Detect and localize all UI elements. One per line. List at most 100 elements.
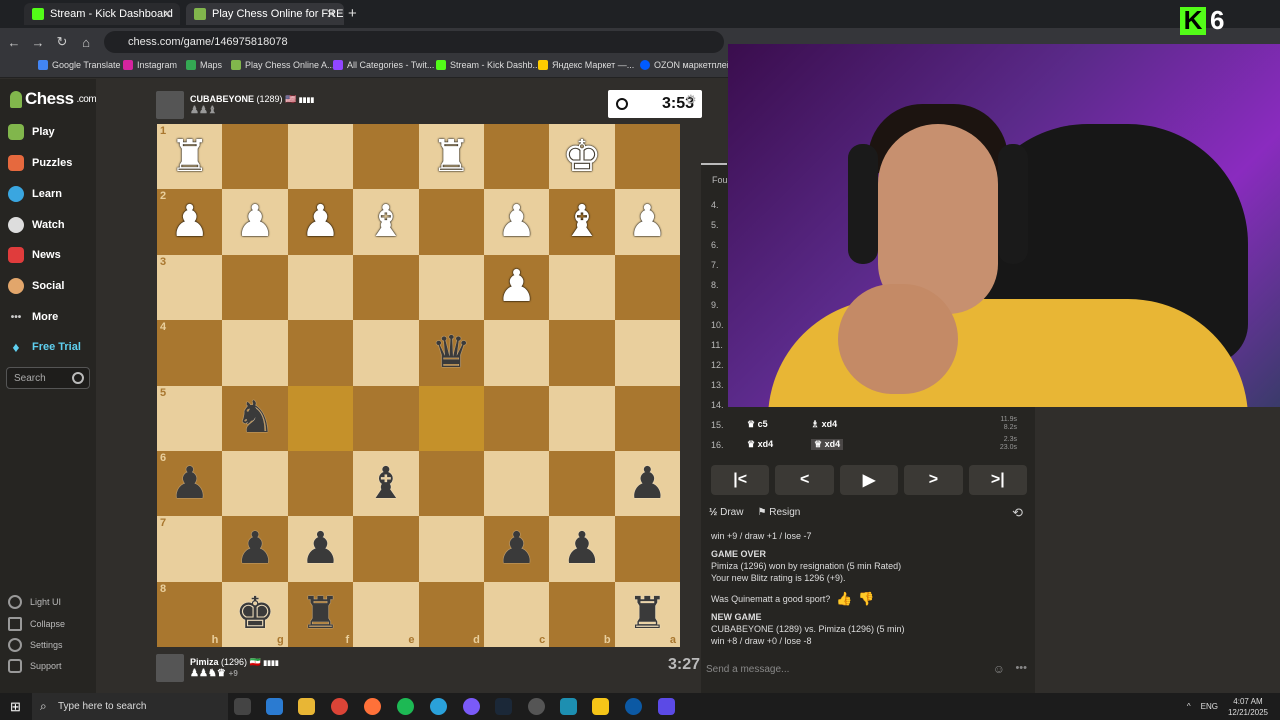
- sidebar-item-watch[interactable]: Watch: [8, 217, 65, 233]
- board-square[interactable]: [483, 320, 550, 386]
- board-square[interactable]: [287, 320, 354, 386]
- white-piece[interactable]: ♟: [497, 200, 536, 244]
- steam-icon[interactable]: [495, 698, 512, 715]
- sidebar-item-news[interactable]: News: [8, 247, 61, 263]
- tab-kick-dashboard[interactable]: Stream - Kick Dashboard ✕: [24, 3, 180, 25]
- language-indicator[interactable]: ENG: [1201, 702, 1218, 711]
- bookmark-ozon[interactable]: OZON маркетплейс: [640, 60, 736, 70]
- board-square[interactable]: [222, 450, 288, 517]
- board-square[interactable]: ♟: [287, 516, 354, 582]
- sidebar-light-ui[interactable]: Light UI: [8, 595, 61, 609]
- board-square[interactable]: ♟: [483, 516, 550, 582]
- board-square[interactable]: ♟: [483, 189, 550, 255]
- black-piece[interactable]: ♟: [170, 461, 209, 506]
- black-piece[interactable]: ♝: [366, 461, 405, 506]
- board-square[interactable]: ♟: [614, 450, 680, 517]
- white-piece[interactable]: ♟: [170, 200, 209, 244]
- new-tab-icon[interactable]: +: [348, 5, 357, 22]
- board-square[interactable]: [287, 385, 354, 451]
- tab-chess[interactable]: Play Chess Online for FREE ✕: [186, 3, 344, 25]
- board-square[interactable]: [614, 254, 680, 321]
- black-move[interactable]: ♕ xd4: [811, 439, 844, 450]
- board-square[interactable]: 8h: [157, 581, 223, 647]
- black-piece[interactable]: ♛: [431, 330, 470, 375]
- file-explorer-icon[interactable]: [266, 698, 283, 715]
- board-square[interactable]: ♟: [483, 254, 550, 321]
- opponent-name[interactable]: CUBABEYONE: [190, 94, 254, 104]
- board-square[interactable]: [353, 254, 419, 321]
- forward-arrow-icon[interactable]: →: [26, 35, 50, 50]
- board-square[interactable]: 4: [157, 320, 223, 386]
- board-square[interactable]: [418, 189, 484, 255]
- board-square[interactable]: f ♜: [287, 581, 354, 647]
- board-square[interactable]: e: [353, 581, 419, 647]
- board-square[interactable]: ♝: [549, 189, 615, 255]
- white-piece[interactable]: ♝: [366, 200, 405, 244]
- thumbs-down-icon[interactable]: 👎: [858, 592, 874, 605]
- bookmark-chess[interactable]: Play Chess Online A...: [231, 60, 335, 70]
- bookmark-yandex[interactable]: Яндекс Маркет —...: [538, 60, 634, 70]
- app-icon[interactable]: [592, 698, 609, 715]
- board-square[interactable]: [287, 254, 354, 321]
- board-square[interactable]: a ♜: [614, 581, 680, 647]
- chrome-icon[interactable]: [331, 698, 348, 715]
- last-move-button[interactable]: >|: [968, 465, 1028, 495]
- board-square[interactable]: [549, 450, 615, 517]
- first-move-button[interactable]: |<: [711, 465, 770, 495]
- sidebar-item-free-trial[interactable]: ♦ Free Trial: [8, 339, 81, 355]
- board-square[interactable]: ♝: [353, 189, 419, 255]
- chat-input[interactable]: Send a message... ☺ •••: [701, 657, 1035, 683]
- emoji-icon[interactable]: ☺: [993, 662, 1005, 676]
- board-square[interactable]: [353, 385, 419, 451]
- address-bar[interactable]: chess.com/game/146975818078: [104, 31, 724, 53]
- draw-button[interactable]: ½ Draw: [709, 507, 743, 518]
- chess-logo[interactable]: Chess .com: [10, 89, 97, 109]
- sidebar-item-play[interactable]: Play: [8, 124, 55, 140]
- close-tab-icon[interactable]: ✕: [162, 7, 172, 21]
- vpn-icon[interactable]: [560, 698, 577, 715]
- prev-move-button[interactable]: <: [775, 465, 834, 495]
- board-square[interactable]: [549, 385, 615, 451]
- board-square[interactable]: ♟: [222, 516, 288, 582]
- sidebar-settings[interactable]: Settings: [8, 638, 63, 652]
- board-square[interactable]: ♜: [418, 124, 484, 190]
- bookmark-google-translate[interactable]: Google Translate: [38, 60, 121, 70]
- telegram-icon[interactable]: [430, 698, 447, 715]
- black-piece[interactable]: ♟: [628, 461, 667, 506]
- board-square[interactable]: b: [549, 581, 615, 647]
- opponent-avatar[interactable]: [156, 91, 184, 119]
- more-options-icon[interactable]: •••: [1015, 662, 1027, 674]
- white-piece[interactable]: ♟: [301, 200, 340, 244]
- player-avatar[interactable]: [156, 654, 184, 682]
- bookmark-kick[interactable]: Stream - Kick Dashb...: [436, 60, 540, 70]
- spotify-icon[interactable]: [397, 698, 414, 715]
- sidebar-item-more[interactable]: ••• More: [8, 309, 59, 325]
- back-arrow-icon[interactable]: ←: [2, 35, 26, 50]
- board-square[interactable]: ♚: [549, 124, 615, 190]
- board-square[interactable]: [483, 385, 550, 451]
- board-square[interactable]: ♟: [614, 189, 680, 255]
- firefox-icon[interactable]: [364, 698, 381, 715]
- board-square[interactable]: 3: [157, 254, 223, 321]
- board-square[interactable]: g ♚: [222, 581, 288, 647]
- board-square[interactable]: [222, 320, 288, 386]
- board-square[interactable]: 6 ♟: [157, 450, 223, 517]
- board-square[interactable]: ♛: [418, 320, 484, 386]
- board-square[interactable]: [353, 320, 419, 386]
- board-square[interactable]: [287, 450, 354, 517]
- white-piece[interactable]: ♜: [431, 134, 470, 179]
- black-piece[interactable]: ♟: [562, 526, 601, 571]
- board-square[interactable]: ♝: [353, 450, 419, 517]
- resign-button[interactable]: ⚑ Resign: [757, 507, 800, 518]
- board-square[interactable]: [614, 385, 680, 451]
- bookmark-instagram[interactable]: Instagram: [123, 60, 177, 70]
- flip-board-icon[interactable]: ⟲: [1012, 505, 1023, 521]
- board-square[interactable]: 5: [157, 385, 223, 451]
- thumbs-up-icon[interactable]: 👍: [836, 592, 852, 605]
- board-square[interactable]: [483, 124, 550, 190]
- board-square[interactable]: ♟: [287, 189, 354, 255]
- black-piece[interactable]: ♟: [301, 526, 340, 571]
- white-piece[interactable]: ♜: [170, 134, 209, 179]
- board-square[interactable]: [614, 320, 680, 386]
- play-button[interactable]: ▶: [839, 465, 899, 495]
